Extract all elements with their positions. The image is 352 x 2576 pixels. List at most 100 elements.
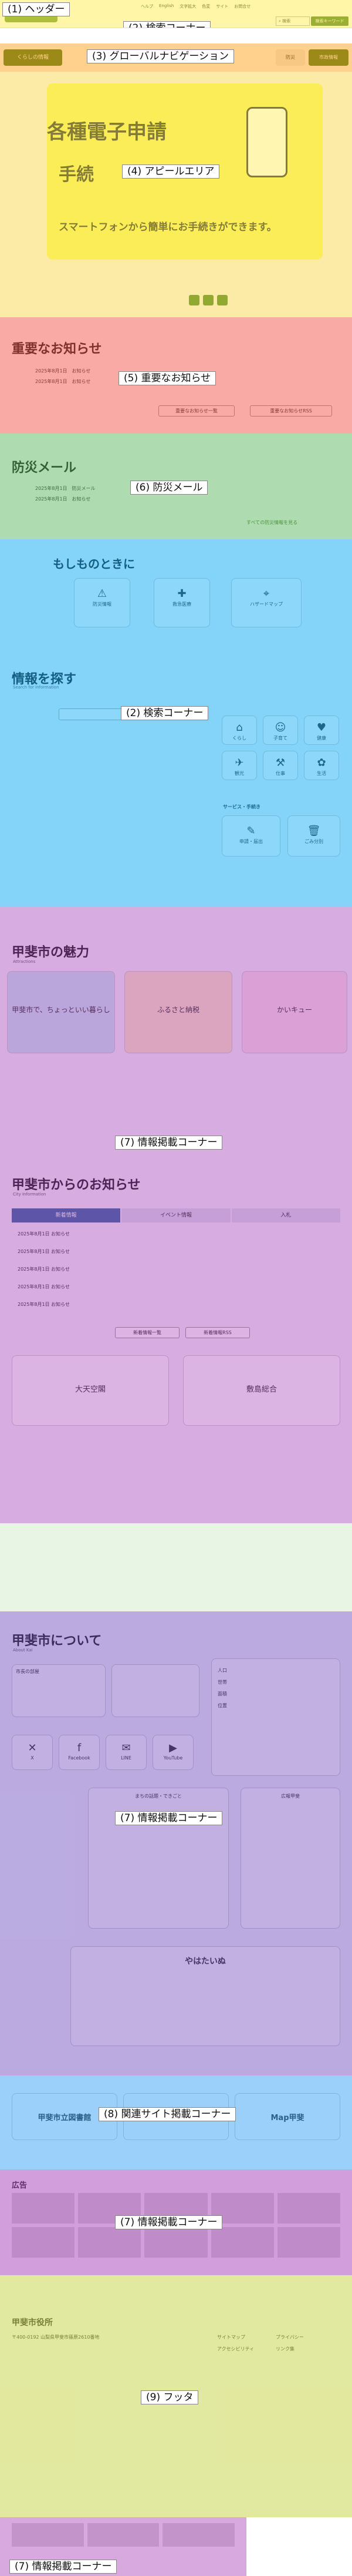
tab-new[interactable]: 新着情報 — [12, 1208, 121, 1222]
form-icon: ✎ — [246, 825, 256, 837]
label-search-top: (2) 検索コーナー — [123, 21, 211, 28]
carousel-controls — [189, 295, 228, 305]
ad-banner[interactable] — [12, 2227, 75, 2258]
life-icon: ✿ — [317, 757, 326, 769]
related-sites: 甲斐市立図書館 関連サイト Map甲斐 (8) 関連サイト掲載コーナー — [0, 2075, 352, 2169]
header-link[interactable]: 色変 — [202, 4, 210, 9]
related-site-card[interactable]: Map甲斐 — [235, 2093, 340, 2140]
carousel-prev-button[interactable] — [189, 295, 199, 305]
tab-event[interactable]: イベント情報 — [121, 1208, 231, 1222]
news-item[interactable]: 2025年8月1日 お知らせ — [18, 1266, 70, 1272]
footer-link[interactable]: サイトマップ — [217, 2334, 245, 2340]
map-icon: ⌖ — [263, 587, 270, 600]
disaster-mail: 防災メール 2025年8月1日 防災メール 2025年8月1日 お知らせ すべて… — [0, 434, 352, 539]
footer-link[interactable]: アクセシビリティ — [217, 2346, 254, 2352]
charm-card[interactable]: かいキュー — [242, 971, 347, 1053]
disaster-more-link[interactable]: すべての防災情報を見る — [246, 519, 297, 526]
ad-banner[interactable] — [78, 2227, 141, 2258]
mayor-photo — [111, 1664, 199, 1717]
ad-banner[interactable] — [211, 2227, 274, 2258]
carousel-pause-button[interactable] — [203, 295, 214, 305]
label-appeal: (4) アピールエリア — [122, 164, 220, 179]
ads-corner: 広告 (7) 情報掲載コーナー — [0, 2169, 352, 2275]
charm-sub: Attractions — [13, 959, 36, 964]
alert-icon: ⚠ — [97, 587, 107, 600]
service-card[interactable]: 🗑 ごみ分別 — [287, 815, 340, 857]
disaster-item[interactable]: 2025年8月1日 お知らせ — [35, 496, 90, 502]
mascot-card[interactable]: やはたいぬ — [70, 1946, 340, 2046]
ad-banner[interactable] — [277, 2227, 340, 2258]
service-card[interactable]: ✎ 申請・届出 — [222, 815, 280, 857]
notice-item[interactable]: 2025年8月1日 お知らせ — [35, 378, 90, 385]
category-card[interactable]: ⌂ くらし — [222, 716, 257, 745]
bottom-banner[interactable] — [163, 2523, 235, 2547]
news-item[interactable]: 2025年8月1日 お知らせ — [18, 1301, 70, 1308]
news-list-button[interactable]: 新着情報一覧 — [115, 1327, 180, 1338]
carousel-next-button[interactable] — [217, 295, 228, 305]
work-icon: ⚒ — [275, 757, 286, 769]
sns-x[interactable]: ✕ X — [12, 1735, 53, 1770]
header-link[interactable]: English — [159, 4, 174, 9]
ad-banner[interactable] — [12, 2193, 75, 2224]
category-card[interactable]: ✿ 生活 — [304, 751, 339, 780]
footer-link[interactable]: プライバシー — [276, 2334, 304, 2340]
search-button[interactable]: 検索キーワード — [311, 16, 348, 26]
disaster-title: 防災メール — [12, 461, 77, 475]
header-link[interactable]: 文字拡大 — [180, 4, 196, 9]
category-card[interactable]: ☺ 子育て — [263, 716, 298, 745]
label-header: (1) ヘッダー — [2, 2, 70, 16]
mayor-card[interactable]: 市長の部屋 — [12, 1664, 106, 1717]
emergency-card[interactable]: ⌖ ハザードマップ — [231, 578, 302, 627]
charm-card[interactable]: 甲斐市で、ちょっといい暮らし — [7, 971, 115, 1053]
tab-bid[interactable]: 入札 — [231, 1208, 340, 1222]
ad-banner[interactable] — [277, 2193, 340, 2224]
notice-item[interactable]: 2025年8月1日 お知らせ — [35, 368, 90, 374]
disaster-item[interactable]: 2025年8月1日 防災メール — [35, 485, 96, 492]
header-link[interactable]: サイト — [216, 4, 228, 9]
emergency-card[interactable]: ⚠ 防災情報 — [74, 578, 130, 627]
ad-banner[interactable] — [144, 2227, 208, 2258]
bottom-banner[interactable] — [12, 2523, 84, 2547]
hospital-icon: ✚ — [177, 587, 187, 600]
header: ヘルプ English 文字拡大 色変 サイト お問合せ ⌕ 検索 検索キーワー… — [0, 0, 352, 28]
nav-item-emergency[interactable]: 防災 — [276, 49, 305, 66]
nav-item-city[interactable]: 市政情報 — [309, 49, 348, 66]
appeal-area: 各種電子申請 手続 スマートフォンから簡単にお手続きができます。 (4) アピー… — [0, 72, 352, 317]
footer-address: 〒400-0192 山梨県甲斐市篠原2610番地 — [12, 2335, 100, 2340]
child-icon: ☺ — [275, 721, 286, 734]
nav-item-living[interactable]: くらしの情報 — [4, 49, 62, 66]
category-card[interactable]: ✈ 観光 — [222, 751, 257, 780]
search-icon: ⌕ — [279, 19, 281, 23]
notice-rss-button[interactable]: 重要なお知らせRSS — [250, 405, 332, 417]
sns-facebook[interactable]: f Facebook — [59, 1735, 100, 1770]
header-link[interactable]: お問合せ — [234, 4, 251, 9]
health-icon: ♥ — [316, 721, 327, 734]
bottom-banner[interactable] — [87, 2523, 160, 2547]
news-item[interactable]: 2025年8月1日 お知らせ — [18, 1284, 70, 1290]
label-ads: (7) 情報掲載コーナー — [115, 2215, 223, 2229]
gallery-card[interactable]: まちの話題・できごと — [88, 1788, 229, 1929]
news-banner[interactable]: 敷島総合 — [183, 1355, 340, 1426]
sns-line[interactable]: ✉ LINE — [106, 1735, 147, 1770]
charm-card[interactable]: ふるさと納税 — [124, 971, 232, 1053]
search-input[interactable]: ⌕ 検索 — [276, 16, 310, 26]
info-corner-bottom: (7) 情報掲載コーナー — [0, 2517, 352, 2576]
pr-card[interactable]: 広報甲斐 — [241, 1788, 340, 1929]
news-item[interactable]: 2025年8月1日 お知らせ — [18, 1248, 70, 1255]
news-rss-button[interactable]: 新着情報RSS — [185, 1327, 250, 1338]
youtube-icon: ▶ — [169, 1742, 177, 1754]
appeal-title-2: 手続 — [59, 164, 94, 185]
category-card[interactable]: ⚒ 仕事 — [263, 751, 298, 780]
category-card[interactable]: ♥ 健康 — [304, 716, 339, 745]
about-sub: About Kai — [13, 1648, 33, 1653]
appeal-subtitle: スマートフォンから簡単にお手続きができます。 — [59, 221, 277, 233]
notice-list-button[interactable]: 重要なお知らせ一覧 — [158, 405, 235, 417]
news-item[interactable]: 2025年8月1日 お知らせ — [18, 1231, 70, 1237]
header-link[interactable]: ヘルプ — [141, 4, 153, 9]
info-corner-1: 甲斐市の魅力 Attractions 甲斐市で、ちょっといい暮らし ふるさと納税… — [0, 906, 352, 1523]
emergency-card[interactable]: ✚ 救急医療 — [154, 578, 210, 627]
footer-link[interactable]: リンク集 — [276, 2346, 295, 2352]
sns-youtube[interactable]: ▶ YouTube — [153, 1735, 194, 1770]
label-footer: (9) フッタ — [141, 2390, 199, 2404]
news-banner[interactable]: 大天空閣 — [12, 1355, 169, 1426]
